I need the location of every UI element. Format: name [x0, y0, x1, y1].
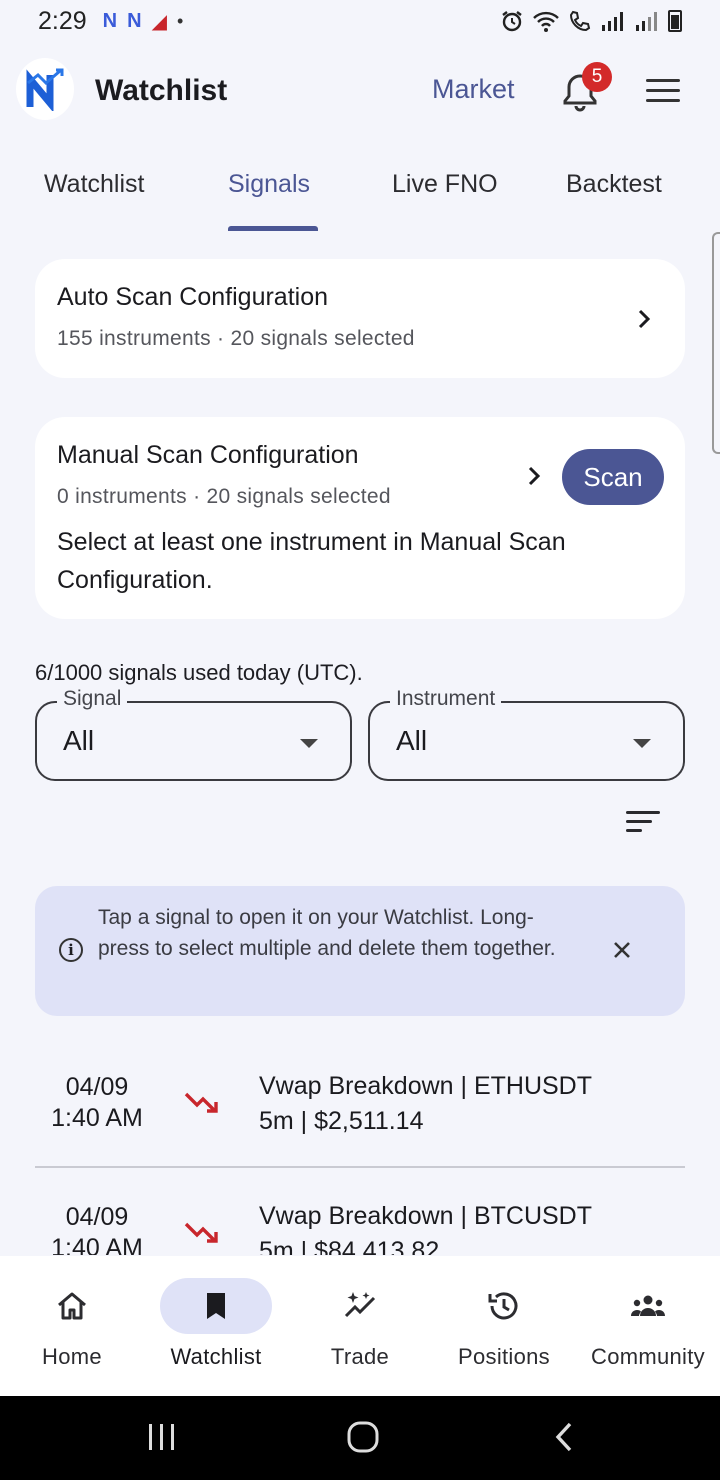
wifi-icon [533, 11, 559, 32]
app-notification-icon: N [102, 9, 118, 32]
tab-live-fno[interactable]: Live FNO [392, 170, 498, 199]
tab-watchlist[interactable]: Watchlist [44, 170, 144, 199]
signal-row[interactable]: 04/09 1:40 AM Vwap Breakdown | ETHUSDT 5… [35, 1060, 685, 1190]
nav-watchlist[interactable]: Watchlist [144, 1256, 288, 1396]
auto-scan-card[interactable]: Auto Scan Configuration 155 instruments … [35, 259, 685, 378]
signal-icon [602, 12, 623, 31]
tab-bar: Watchlist Signals Live FNO Backtest [0, 160, 720, 232]
system-navigation-bar [0, 1396, 720, 1480]
signal-filter-label: Signal [57, 687, 128, 711]
trending-down-icon [184, 1092, 218, 1113]
chevron-right-icon[interactable] [523, 465, 545, 487]
close-icon[interactable] [611, 939, 633, 961]
nav-trade[interactable]: Trade [288, 1256, 432, 1396]
trending-down-icon [184, 1222, 218, 1243]
app-logo[interactable] [16, 58, 74, 120]
row-divider [35, 1166, 685, 1168]
manual-scan-title: Manual Scan Configuration [57, 441, 359, 469]
signal-date: 04/09 [65, 1203, 129, 1231]
status-system-icons [500, 9, 682, 33]
app-bar: Watchlist Market 5 [0, 56, 720, 126]
tab-backtest[interactable]: Backtest [566, 170, 662, 199]
manual-scan-message: Select at least one instrument in Manual… [57, 528, 566, 594]
instrument-filter-dropdown[interactable]: Instrument All [368, 687, 685, 781]
info-icon: i [59, 938, 83, 962]
alarm-icon [502, 11, 522, 32]
instrument-filter-label: Instrument [390, 687, 502, 711]
signal-time: 1:40 AM [51, 1234, 143, 1255]
auto-scan-subtitle: 155 instruments · 20 signals selected [57, 327, 415, 350]
nav-community[interactable]: Community [576, 1256, 720, 1396]
signal-icon-2 [636, 12, 657, 31]
instrument-filter-value: All [396, 725, 428, 756]
home-icon [58, 1292, 86, 1320]
nav-watchlist-label: Watchlist [170, 1344, 262, 1369]
signal-title: Vwap Breakdown | ETHUSDT [259, 1072, 592, 1100]
recent-apps-icon[interactable] [146, 1422, 178, 1452]
chevron-right-icon[interactable] [633, 308, 655, 330]
nav-home-label: Home [42, 1344, 102, 1369]
signal-title: Vwap Breakdown | BTCUSDT [259, 1202, 592, 1230]
notification-badge: 5 [582, 62, 612, 92]
nav-home[interactable]: Home [0, 1256, 144, 1396]
signal-subtitle: 5m | $2,511.14 [259, 1107, 424, 1135]
market-button[interactable]: Market [432, 74, 515, 105]
status-time: 2:29 [38, 6, 87, 35]
manual-scan-card[interactable]: Manual Scan Configuration 0 instruments … [35, 417, 685, 619]
page-title: Watchlist [95, 74, 228, 107]
signal-filter-value: All [63, 725, 95, 756]
signals-usage-text: 6/1000 signals used today (UTC). [35, 660, 363, 685]
signal-time: 1:40 AM [51, 1104, 143, 1132]
bottom-navigation: Home Watchlist Trade Positions Community [0, 1256, 720, 1396]
battery-icon [668, 10, 682, 32]
home-button-icon[interactable] [346, 1420, 380, 1454]
bookmark-icon [207, 1293, 225, 1319]
call-icon [569, 10, 591, 32]
nav-trade-label: Trade [330, 1344, 390, 1369]
group-icon [631, 1295, 665, 1316]
status-bar: 2:29 N N ◢ • [0, 0, 720, 42]
signal-datetime: 04/09 1:40 AM [35, 1202, 159, 1255]
signal-datetime: 04/09 1:40 AM [35, 1072, 159, 1134]
more-notifications-dot: • [176, 10, 184, 31]
menu-icon[interactable] [646, 79, 680, 105]
history-icon [488, 1292, 518, 1320]
auto-scan-title: Auto Scan Configuration [57, 283, 329, 311]
logo-n-icon [26, 68, 64, 111]
dropdown-arrow-icon [633, 739, 651, 748]
signal-date: 04/09 [65, 1073, 129, 1101]
signal-filter-dropdown[interactable]: Signal All [35, 687, 352, 781]
status-notifications: N N ◢ • [103, 9, 184, 34]
nav-positions[interactable]: Positions [432, 1256, 576, 1396]
manual-scan-subtitle: 0 instruments · 20 signals selected [57, 485, 391, 508]
nav-positions-label: Positions [458, 1344, 550, 1369]
app-notification-icon: N [127, 9, 142, 32]
signal-row[interactable]: 04/09 1:40 AM Vwap Breakdown | BTCUSDT 5… [35, 1190, 685, 1255]
signals-list: 04/09 1:40 AM Vwap Breakdown | ETHUSDT 5… [35, 1060, 685, 1255]
back-icon[interactable] [552, 1420, 576, 1454]
sparkle-trend-icon [344, 1292, 376, 1318]
signal-subtitle: 5m | $84,413.82 [259, 1237, 440, 1255]
info-banner: i Tap a signal to open it on your Watchl… [35, 886, 685, 1016]
flag-notification-icon: ◢ [151, 10, 167, 33]
scan-button[interactable]: Scan [562, 449, 664, 505]
tab-signals[interactable]: Signals [228, 170, 310, 199]
info-text: Tap a signal to open it on your Watchlis… [98, 906, 556, 960]
dropdown-arrow-icon [300, 739, 318, 748]
sort-icon[interactable] [626, 811, 660, 835]
nav-community-label: Community [591, 1344, 705, 1369]
active-tab-indicator [228, 226, 318, 231]
scrollbar[interactable] [712, 232, 720, 454]
